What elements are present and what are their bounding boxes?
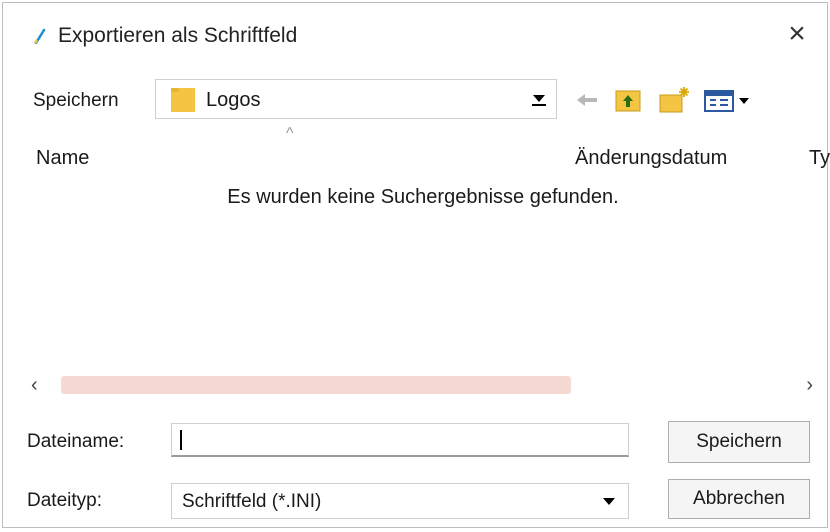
cancel-button[interactable]: Abbrechen bbox=[668, 479, 810, 519]
column-header-name[interactable]: Name bbox=[36, 147, 89, 170]
close-button[interactable]: × bbox=[781, 19, 813, 51]
lookin-value: Logos bbox=[206, 89, 261, 111]
sort-caret-icon: ^ bbox=[286, 125, 294, 142]
column-header-type[interactable]: Ty bbox=[809, 147, 830, 170]
empty-results-message: Es wurden keine Suchergebnisse gefunden. bbox=[227, 186, 619, 208]
horizontal-scrollbar[interactable]: ‹ › bbox=[25, 371, 815, 399]
pencil-icon bbox=[33, 28, 46, 44]
chevron-down-icon bbox=[602, 494, 616, 508]
filetype-dropdown[interactable]: Schriftfeld (*.INI) bbox=[171, 483, 629, 519]
dialog-title: Exportieren als Schriftfeld bbox=[58, 24, 298, 47]
filename-label: Dateiname: bbox=[27, 431, 125, 452]
lookin-dropdown[interactable]: Logos bbox=[155, 79, 557, 119]
title-bar: Exportieren als Schriftfeld × bbox=[3, 3, 827, 65]
filetype-label: Dateityp: bbox=[27, 490, 102, 511]
save-button[interactable]: Speichern bbox=[668, 421, 810, 463]
column-header-date[interactable]: Änderungsdatum bbox=[575, 147, 727, 170]
chevron-down-icon bbox=[532, 92, 546, 106]
filename-input[interactable] bbox=[171, 423, 629, 457]
scroll-left-icon[interactable]: ‹ bbox=[31, 374, 38, 397]
scroll-right-icon[interactable]: › bbox=[806, 374, 813, 397]
filetype-value: Schriftfeld (*.INI) bbox=[182, 491, 322, 512]
view-menu-icon[interactable] bbox=[701, 85, 757, 115]
up-folder-icon[interactable] bbox=[613, 85, 643, 115]
scrollbar-thumb[interactable] bbox=[61, 376, 571, 394]
folder-icon bbox=[171, 88, 195, 112]
new-folder-icon[interactable] bbox=[657, 85, 691, 115]
save-dialog: Exportieren als Schriftfeld × Speichern … bbox=[2, 2, 830, 528]
lookin-label: Speichern bbox=[33, 90, 119, 111]
back-arrow-icon[interactable] bbox=[571, 85, 601, 115]
text-caret bbox=[180, 430, 182, 450]
